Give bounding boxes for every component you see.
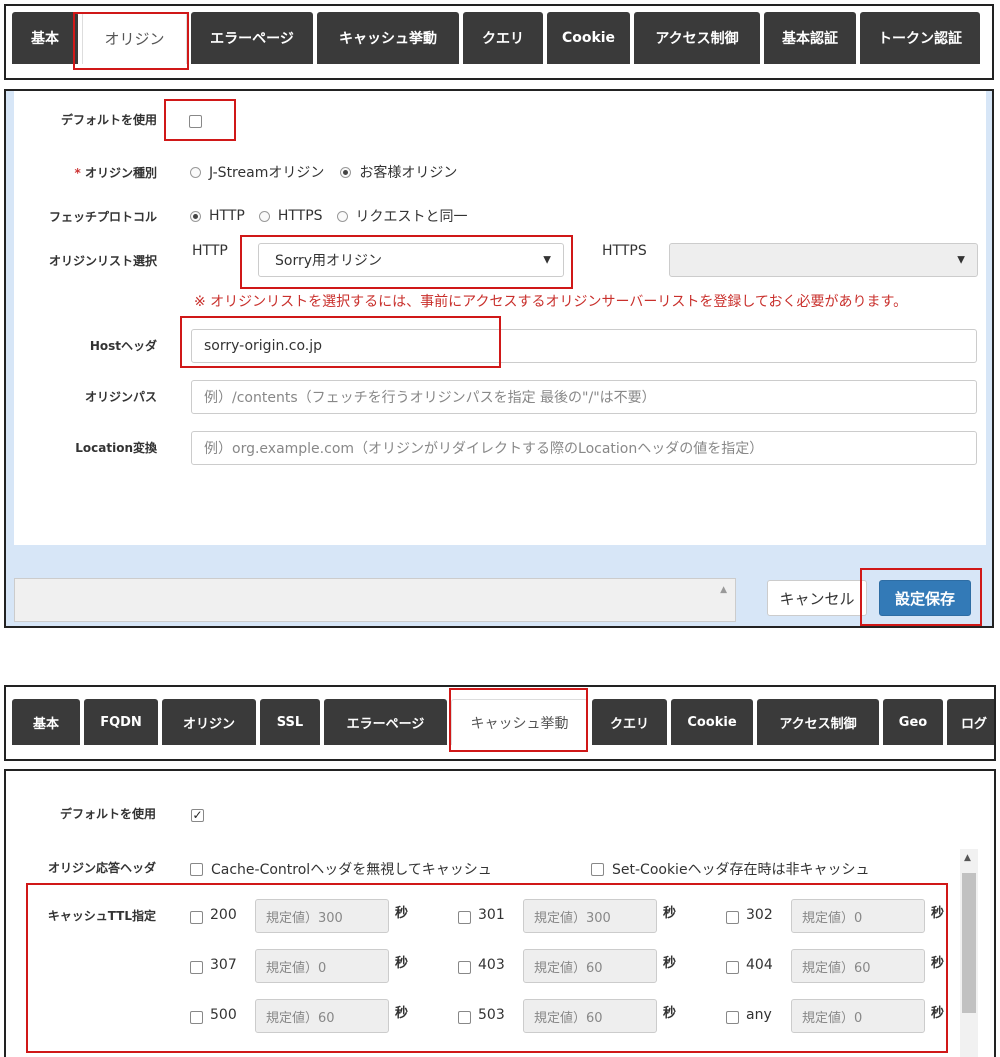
origin-type-text: オリジン種別 bbox=[84, 166, 157, 180]
cache-default-label: デフォルトを使用 bbox=[59, 807, 156, 821]
footer-message-area: ▲ bbox=[14, 578, 736, 622]
radio-label-jstream: J-Streamオリジン bbox=[209, 165, 325, 181]
scrollbar[interactable]: ▲ bbox=[960, 849, 978, 1057]
tab2-ssl[interactable]: SSL bbox=[260, 699, 320, 745]
cache-default-checkbox[interactable]: ✓ bbox=[191, 809, 204, 822]
origin-type-options: J-Streamオリジン お客様オリジン bbox=[190, 162, 457, 182]
radio-http[interactable] bbox=[190, 210, 201, 222]
scroll-up-icon[interactable]: ▲ bbox=[964, 853, 971, 863]
tab2-origin[interactable]: オリジン bbox=[162, 699, 256, 745]
radio-label-customer: お客様オリジン bbox=[359, 165, 458, 181]
location-label: Location変換 bbox=[75, 441, 157, 455]
highlight-ttl-section bbox=[26, 883, 948, 1053]
origin-response-header-label: オリジン応答ヘッダ bbox=[47, 861, 156, 875]
radio-same-as-request[interactable] bbox=[336, 210, 348, 222]
highlight-host-header bbox=[180, 316, 501, 368]
set-cookie-nocache-checkbox[interactable] bbox=[591, 862, 604, 876]
radio-customer-origin[interactable] bbox=[340, 166, 352, 178]
cancel-button[interactable]: キャンセル bbox=[767, 580, 867, 616]
tab-query[interactable]: クエリ bbox=[463, 12, 543, 64]
https-origin-select[interactable]: ▼ bbox=[669, 243, 978, 277]
radio-label-same: リクエストと同一 bbox=[355, 209, 468, 225]
tab-basic[interactable]: 基本 bbox=[12, 12, 78, 64]
chevron-down-icon: ▼ bbox=[957, 254, 965, 266]
highlight-default-checkbox bbox=[164, 99, 236, 141]
highlight-origin-tab bbox=[73, 12, 189, 70]
ignore-cache-control-label: Cache-Controlヘッダを無視してキャッシュ bbox=[211, 862, 492, 878]
set-cookie-group: Set-Cookieヘッダ存在時は非キャッシュ bbox=[591, 859, 870, 879]
origin-list-note: ※ オリジンリストを選択するには、事前にアクセスするオリジンサーバーリストを登録… bbox=[194, 294, 908, 310]
radio-label-http: HTTP bbox=[209, 208, 245, 224]
tab-token-auth[interactable]: トークン認証 bbox=[860, 12, 980, 64]
tab2-basic[interactable]: 基本 bbox=[12, 699, 80, 745]
location-input[interactable]: 例）org.example.com（オリジンがリダイレクトする際のLocatio… bbox=[191, 431, 977, 465]
tab-cookie[interactable]: Cookie bbox=[547, 12, 630, 64]
tab2-fqdn[interactable]: FQDN bbox=[84, 699, 158, 745]
tab2-query[interactable]: クエリ bbox=[592, 699, 667, 745]
tab2-access-control[interactable]: アクセス制御 bbox=[757, 699, 879, 745]
origin-path-input[interactable]: 例）/contents（フェッチを行うオリジンパスを指定 最後の"/"は不要） bbox=[191, 380, 977, 414]
tab-basic-auth[interactable]: 基本認証 bbox=[764, 12, 856, 64]
origin-path-label: オリジンパス bbox=[84, 390, 157, 404]
highlight-cache-tab bbox=[449, 688, 588, 752]
tab-access-control[interactable]: アクセス制御 bbox=[634, 12, 760, 64]
highlight-save-button bbox=[860, 568, 982, 626]
caret-up-icon[interactable]: ▲ bbox=[720, 585, 727, 595]
scrollbar-thumb[interactable] bbox=[962, 873, 976, 1013]
http-label: HTTP bbox=[192, 243, 228, 259]
tab2-geo[interactable]: Geo bbox=[883, 699, 943, 745]
set-cookie-nocache-label: Set-Cookieヘッダ存在時は非キャッシュ bbox=[612, 862, 870, 878]
fetch-protocol-label: フェッチプロトコル bbox=[48, 210, 157, 224]
required-mark: * bbox=[74, 166, 81, 180]
tab-error-page[interactable]: エラーページ bbox=[191, 12, 313, 64]
ignore-cache-control-checkbox[interactable] bbox=[190, 862, 203, 876]
tab2-log[interactable]: ログ bbox=[947, 699, 994, 745]
origin-list-label: オリジンリスト選択 bbox=[48, 254, 157, 268]
tab2-error-page[interactable]: エラーページ bbox=[324, 699, 447, 745]
default-label: デフォルトを使用 bbox=[60, 113, 157, 127]
tab-cache-behavior[interactable]: キャッシュ挙動 bbox=[317, 12, 459, 64]
https-label: HTTPS bbox=[602, 243, 647, 259]
ignore-cache-control-group: Cache-Controlヘッダを無視してキャッシュ bbox=[190, 859, 492, 879]
tab2-cookie[interactable]: Cookie bbox=[671, 699, 753, 745]
host-header-label: Hostヘッダ bbox=[89, 339, 157, 353]
highlight-http-select bbox=[240, 235, 573, 289]
fetch-protocol-options: HTTP HTTPS リクエストと同一 bbox=[190, 206, 468, 226]
radio-jstream-origin[interactable] bbox=[190, 166, 201, 178]
radio-label-https: HTTPS bbox=[277, 208, 323, 224]
origin-type-label: * オリジン種別 bbox=[34, 164, 157, 181]
radio-https[interactable] bbox=[258, 210, 270, 222]
